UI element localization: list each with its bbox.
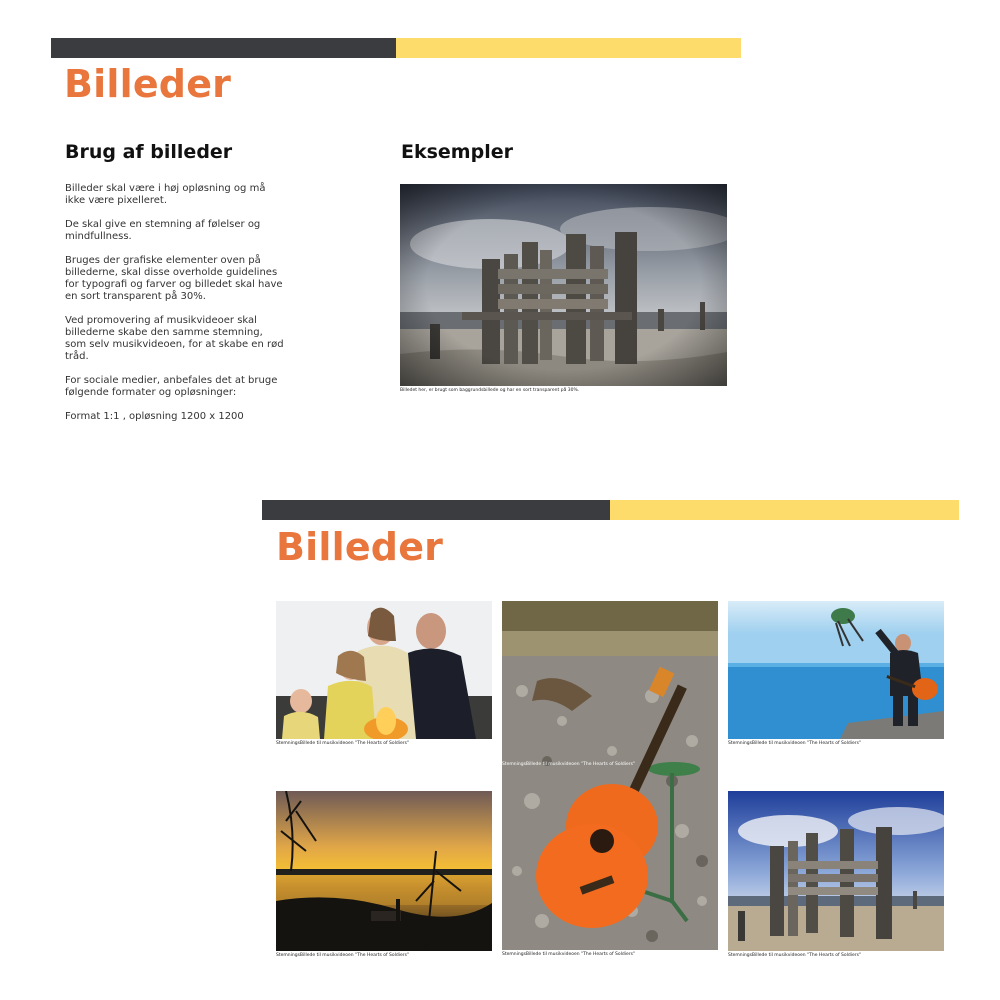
caption-guitar: StemningsBillede til musikvideoen "The H…	[502, 952, 636, 957]
photo-family-fire	[276, 601, 492, 739]
caption-sunset: StemningsBillede til musikvideoen "The H…	[276, 953, 410, 958]
photo-bench-color	[728, 791, 944, 951]
slide1-bar-dark	[51, 38, 396, 58]
caption-guitar-top: StemningsBillede til musikvideoen "The H…	[502, 762, 636, 767]
caption-man: StemningsBillede til musikvideoen "The H…	[728, 741, 862, 746]
paragraph-1: Billeder skal være i høj opløsning og må…	[65, 183, 266, 206]
paragraph-2: De skal give en stemning af følelser og …	[65, 219, 261, 242]
photo-guitar-beach	[502, 601, 718, 950]
paragraph-6: Format 1:1 , opløsning 1200 x 1200	[65, 411, 244, 422]
photo-sunset-jetty	[276, 791, 492, 951]
paragraph-3: Bruges der grafiske elementer oven på bi…	[65, 255, 283, 302]
section-right-title: Eksempler	[401, 141, 513, 163]
caption-bench-right: StemningsBillede til musikvideoen "The H…	[728, 953, 862, 958]
body-text: Billeder skal være i høj opløsning og må…	[65, 183, 285, 435]
slide2-bar-dark	[262, 500, 610, 520]
slide2-title: Billeder	[276, 525, 444, 569]
paragraph-5: For sociale medier, anbefales det at bru…	[65, 375, 278, 398]
section-left-title: Brug af billeder	[65, 141, 233, 163]
slide2-bar-yellow	[610, 500, 959, 520]
slide1-bar-yellow	[396, 38, 741, 58]
photo-man-sea	[728, 601, 944, 739]
example-caption: Billedet her, er brugt som baggrundsbill…	[400, 388, 580, 393]
caption-family: StemningsBillede til musikvideoen "The H…	[276, 741, 410, 746]
slide1-title: Billeder	[64, 62, 232, 106]
paragraph-4: Ved promovering af musikvideoer skal bil…	[65, 315, 284, 362]
example-photo-bench	[400, 184, 727, 386]
